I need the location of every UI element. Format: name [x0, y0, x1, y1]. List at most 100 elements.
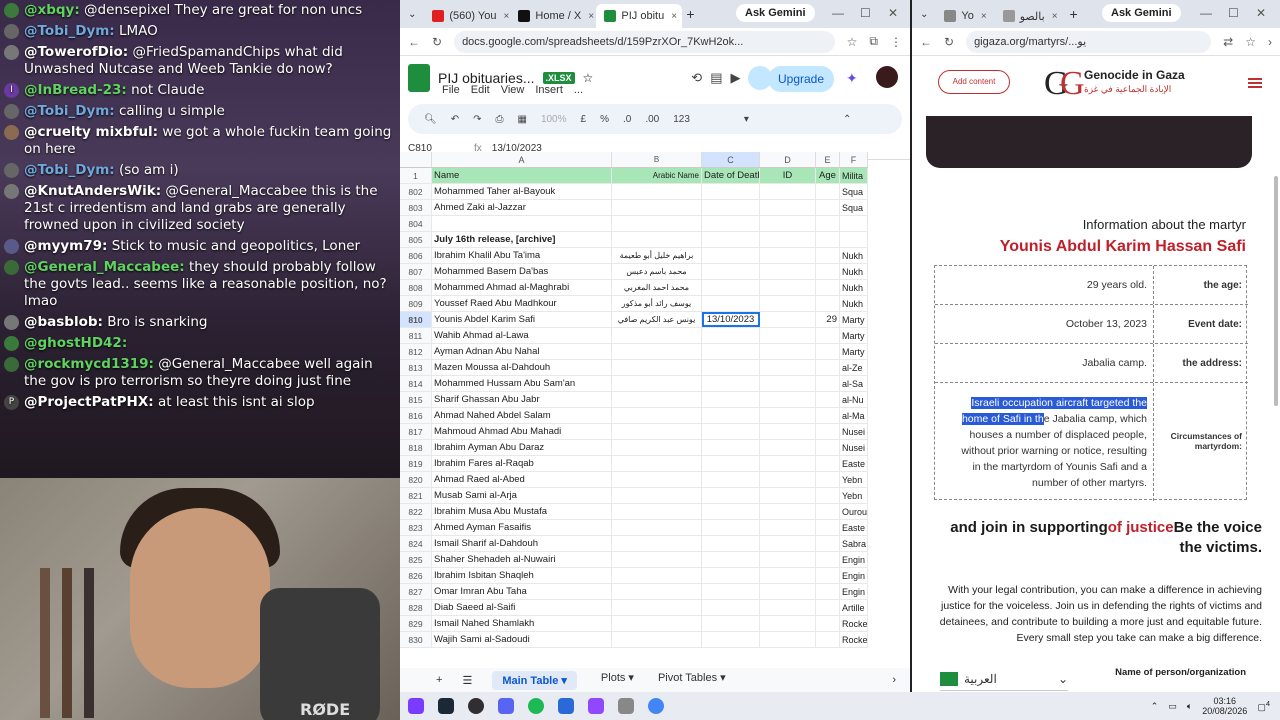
browser-tab[interactable]: Yo ×: [936, 4, 994, 28]
minimize-icon[interactable]: —: [832, 6, 844, 20]
header-cell[interactable]: Name: [432, 168, 612, 183]
table-cell[interactable]: [612, 472, 702, 487]
row-number[interactable]: 812: [400, 344, 432, 359]
table-cell[interactable]: [702, 264, 760, 279]
column-header[interactable]: C: [702, 152, 760, 167]
column-header[interactable]: A: [432, 152, 612, 167]
table-cell[interactable]: [702, 376, 760, 391]
table-cell[interactable]: [760, 584, 816, 599]
print-icon[interactable]: ⎙: [495, 114, 503, 125]
table-cell[interactable]: Marty: [840, 312, 868, 327]
tab-list-icon-2[interactable]: ⌄: [920, 9, 928, 20]
column-header[interactable]: D: [760, 152, 816, 167]
chat-username[interactable]: @basblob:: [24, 314, 103, 330]
table-cell[interactable]: Musab Sami al-Arja: [432, 488, 612, 503]
table-cell[interactable]: Ibrahim Fares al-Raqab: [432, 456, 612, 471]
table-cell[interactable]: Squa: [840, 200, 868, 215]
obs-icon[interactable]: [468, 698, 484, 714]
table-cell[interactable]: [760, 344, 816, 359]
table-cell[interactable]: Nukh: [840, 248, 868, 263]
row-number[interactable]: 807: [400, 264, 432, 279]
row-number[interactable]: 821: [400, 488, 432, 503]
table-cell[interactable]: [612, 520, 702, 535]
table-cell[interactable]: Engin: [840, 552, 868, 567]
table-cell[interactable]: [816, 200, 840, 215]
row-number[interactable]: 804: [400, 216, 432, 231]
table-cell[interactable]: [816, 248, 840, 263]
table-cell[interactable]: [816, 408, 840, 423]
chat-username[interactable]: @xbqy:: [24, 2, 80, 18]
table-cell[interactable]: [702, 488, 760, 503]
search-icon[interactable]: 🔍︎: [424, 114, 437, 125]
table-cell[interactable]: Mahmoud Ahmad Abu Mahadi: [432, 424, 612, 439]
browser-tab[interactable]: (560) You ×: [424, 4, 510, 28]
table-cell[interactable]: Easte: [840, 456, 868, 471]
table-cell[interactable]: [612, 232, 702, 247]
table-cell[interactable]: Wajih Sami al-Sadoudi: [432, 632, 612, 647]
table-cell[interactable]: [840, 216, 868, 231]
row-number[interactable]: 823: [400, 520, 432, 535]
table-cell[interactable]: Ahmed Zaki al-Jazzar: [432, 200, 612, 215]
tab-close-icon[interactable]: ×: [504, 11, 510, 22]
network-icon[interactable]: ▭: [1168, 701, 1177, 712]
maximize-icon[interactable]: ☐: [860, 6, 871, 20]
table-cell[interactable]: Marty: [840, 328, 868, 343]
table-cell[interactable]: Easte: [840, 520, 868, 535]
back-icon-2[interactable]: ←: [920, 35, 932, 49]
table-cell[interactable]: [816, 472, 840, 487]
table-cell[interactable]: يوسف رائد أبو مذكور: [612, 296, 702, 311]
table-cell[interactable]: Nukh: [840, 280, 868, 295]
table-cell[interactable]: Squa: [840, 184, 868, 199]
header-cell[interactable]: Age: [816, 168, 840, 183]
row-number[interactable]: 815: [400, 392, 432, 407]
table-cell[interactable]: Youssef Raed Abu Madhkour: [432, 296, 612, 311]
table-cell[interactable]: [702, 520, 760, 535]
table-cell[interactable]: Engin: [840, 584, 868, 599]
table-cell[interactable]: [432, 216, 612, 231]
corner-cell[interactable]: [400, 152, 432, 167]
table-cell[interactable]: 29: [816, 312, 840, 327]
row-number[interactable]: 820: [400, 472, 432, 487]
percent-button[interactable]: %: [600, 114, 609, 125]
table-cell[interactable]: [816, 440, 840, 455]
table-cell[interactable]: Mazen Moussa al-Dahdouh: [432, 360, 612, 375]
ask-gemini-button-2[interactable]: Ask Gemini: [1102, 4, 1181, 22]
table-cell[interactable]: Ismail Nahed Shamlakh: [432, 616, 612, 631]
table-cell[interactable]: Mohammed Ahmad al-Maghrabi: [432, 280, 612, 295]
tab-close-icon[interactable]: ×: [588, 11, 594, 22]
table-cell[interactable]: Yebn: [840, 472, 868, 487]
table-cell[interactable]: al-Sa: [840, 376, 868, 391]
table-cell[interactable]: [816, 344, 840, 359]
table-cell[interactable]: [816, 552, 840, 567]
table-cell[interactable]: [760, 264, 816, 279]
all-sheets-icon[interactable]: ☰: [462, 674, 472, 687]
table-cell[interactable]: [840, 232, 868, 247]
table-cell[interactable]: [816, 184, 840, 199]
table-cell[interactable]: [702, 392, 760, 407]
page-scrollbar[interactable]: [1274, 176, 1278, 406]
table-cell[interactable]: [760, 296, 816, 311]
table-cell[interactable]: Ahmed Ayman Fasaifis: [432, 520, 612, 535]
table-cell[interactable]: Ahmad Nahed Abdel Salam: [432, 408, 612, 423]
table-cell[interactable]: Ibrahim Isbitan Shaqleh: [432, 568, 612, 583]
table-cell[interactable]: [760, 184, 816, 199]
table-cell[interactable]: يونس عبد الكريم صافي: [612, 312, 702, 327]
table-cell[interactable]: al-Ze: [840, 360, 868, 375]
table-cell[interactable]: [702, 504, 760, 519]
chat-username[interactable]: @ProjectPatPHX:: [24, 394, 154, 410]
chat-username[interactable]: @Tobi_Dym:: [24, 162, 115, 178]
chevron-up-icon[interactable]: ⌃: [1151, 701, 1159, 712]
extensions-icon[interactable]: ⧉: [869, 34, 878, 49]
table-cell[interactable]: [816, 296, 840, 311]
row-number[interactable]: 818: [400, 440, 432, 455]
spotify-icon[interactable]: [528, 698, 544, 714]
table-cell[interactable]: Ayman Adnan Abu Nahal: [432, 344, 612, 359]
new-tab-button[interactable]: +: [686, 6, 694, 22]
table-cell[interactable]: [612, 600, 702, 615]
table-cell[interactable]: [816, 328, 840, 343]
menu-item[interactable]: ...: [574, 84, 583, 96]
row-number[interactable]: 829: [400, 616, 432, 631]
table-cell[interactable]: [612, 392, 702, 407]
table-cell[interactable]: [816, 584, 840, 599]
table-cell[interactable]: [760, 392, 816, 407]
